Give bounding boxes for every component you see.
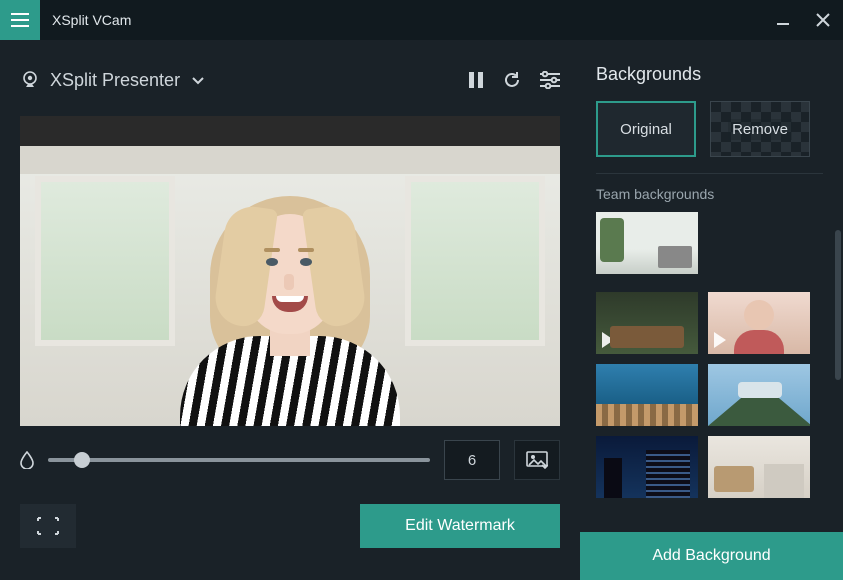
background-thumb[interactable] <box>596 212 698 274</box>
hamburger-icon <box>11 13 29 27</box>
backgrounds-grid <box>596 292 823 498</box>
scrollbar[interactable] <box>835 230 841 380</box>
close-button[interactable] <box>803 0 843 40</box>
minimize-button[interactable] <box>763 0 803 40</box>
background-thumb[interactable] <box>708 436 810 498</box>
pause-button[interactable] <box>468 70 484 90</box>
background-thumb[interactable] <box>596 364 698 426</box>
camera-select[interactable]: XSplit Presenter <box>20 70 206 91</box>
background-thumb[interactable] <box>596 292 698 354</box>
camera-preview <box>20 116 560 426</box>
sliders-icon <box>540 71 560 89</box>
play-icon <box>602 404 614 420</box>
refresh-icon <box>502 70 522 90</box>
app-title: XSplit VCam <box>52 12 131 28</box>
titlebar: XSplit VCam <box>0 0 843 40</box>
blur-slider[interactable] <box>48 458 430 462</box>
add-background-button[interactable]: Add Background <box>580 532 843 580</box>
webcam-icon <box>20 70 40 90</box>
slider-thumb[interactable] <box>74 452 90 468</box>
background-option-original[interactable]: Original <box>596 101 696 157</box>
remove-label: Remove <box>728 119 792 140</box>
image-swap-icon <box>526 451 548 469</box>
refresh-button[interactable] <box>502 70 522 90</box>
right-pane: Backgrounds Original Remove Team backgro… <box>580 40 843 580</box>
play-icon <box>602 332 614 348</box>
chevron-down-icon <box>190 72 206 88</box>
left-pane: XSplit Presenter <box>0 40 580 580</box>
background-thumb[interactable] <box>708 292 810 354</box>
blur-value-input[interactable]: 6 <box>444 440 500 480</box>
minimize-icon <box>776 13 790 27</box>
edit-watermark-button[interactable]: Edit Watermark <box>360 504 560 548</box>
background-option-remove[interactable]: Remove <box>710 101 810 157</box>
snapshot-button[interactable] <box>20 504 76 548</box>
background-image-button[interactable] <box>514 440 560 480</box>
close-icon <box>816 13 830 27</box>
droplet-icon <box>20 451 34 469</box>
background-thumb[interactable] <box>708 364 810 426</box>
menu-button[interactable] <box>0 0 40 40</box>
backgrounds-heading: Backgrounds <box>596 64 823 85</box>
background-thumb[interactable] <box>596 436 698 498</box>
team-backgrounds-heading: Team backgrounds <box>596 186 823 202</box>
pause-icon <box>468 71 484 89</box>
team-backgrounds-grid <box>596 212 823 274</box>
snapshot-icon <box>36 516 60 536</box>
play-icon <box>714 332 726 348</box>
divider <box>596 173 823 174</box>
settings-button[interactable] <box>540 70 560 90</box>
camera-label: XSplit Presenter <box>50 70 180 91</box>
